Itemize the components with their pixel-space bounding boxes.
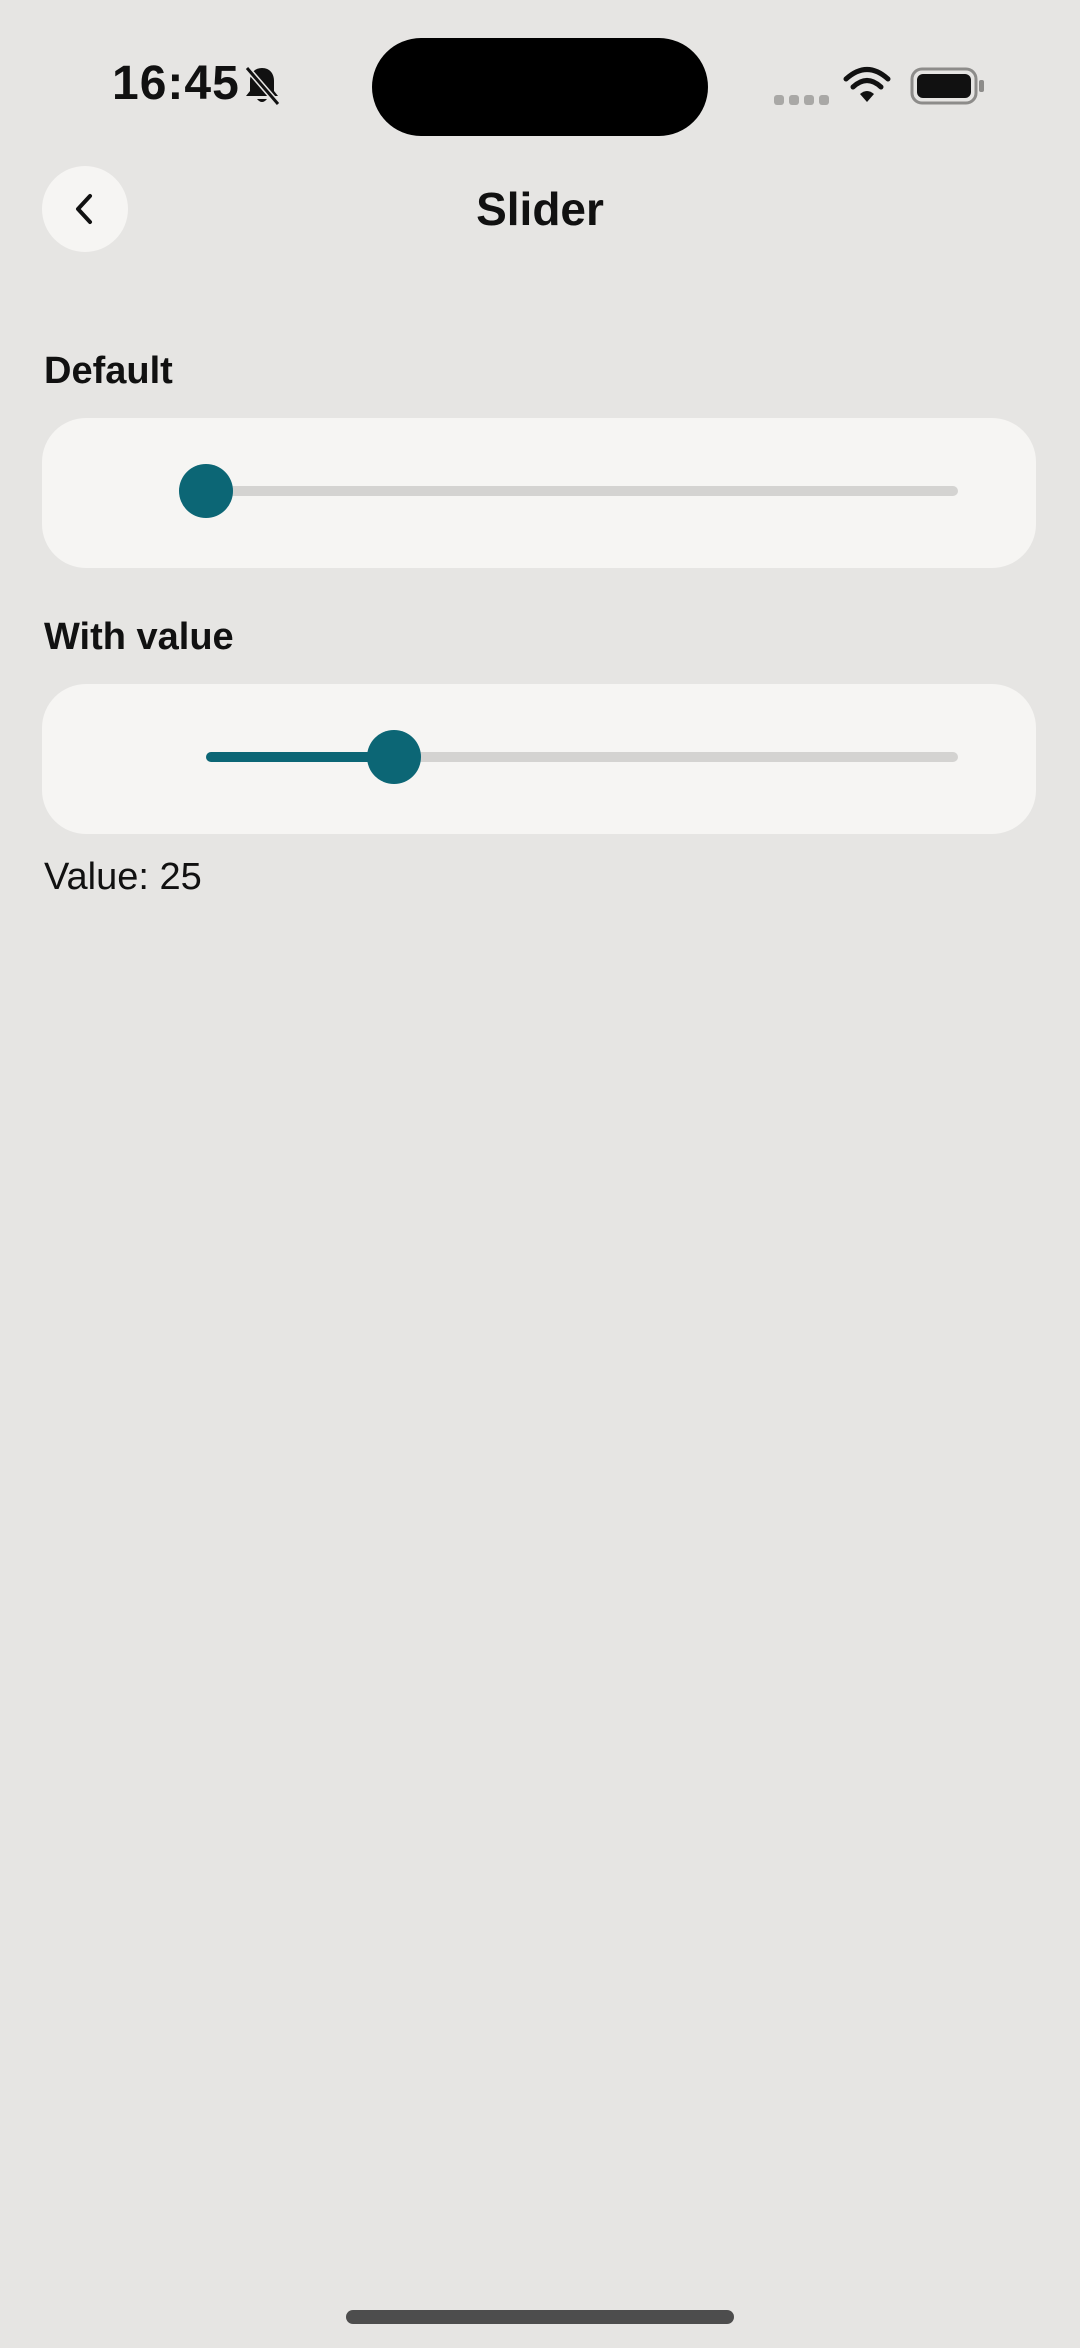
battery-icon bbox=[910, 67, 984, 105]
navigation-header: Slider bbox=[0, 166, 1080, 256]
dynamic-island bbox=[372, 38, 708, 136]
section-label-with-value: With value bbox=[44, 616, 234, 658]
page-title: Slider bbox=[476, 183, 604, 235]
status-bar: 16:45 bbox=[0, 0, 1080, 150]
default-slider-card bbox=[42, 418, 1036, 568]
slider-thumb[interactable] bbox=[179, 464, 233, 518]
with-value-slider-card bbox=[42, 684, 1036, 834]
default-slider[interactable] bbox=[179, 464, 958, 518]
section-label-default: Default bbox=[44, 350, 173, 392]
cellular-signal-icon bbox=[774, 95, 829, 105]
slider-thumb[interactable] bbox=[367, 730, 421, 784]
with-value-slider[interactable] bbox=[206, 730, 958, 784]
slider-track bbox=[206, 486, 958, 496]
home-indicator bbox=[346, 2310, 734, 2324]
bell-slash-icon bbox=[244, 66, 281, 106]
status-time: 16:45 bbox=[112, 57, 240, 110]
slider-value-text: Value: 25 bbox=[44, 856, 202, 898]
wifi-icon bbox=[843, 67, 891, 102]
slider-fill bbox=[206, 752, 394, 762]
